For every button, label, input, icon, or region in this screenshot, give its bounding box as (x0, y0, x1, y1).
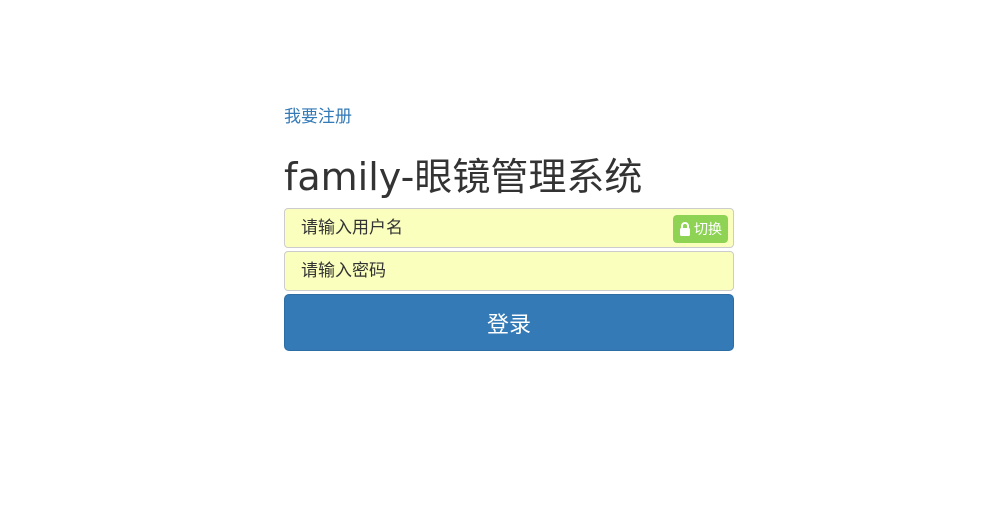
password-field-wrapper (284, 251, 734, 291)
lock-icon (680, 222, 690, 236)
switch-label: 切换 (694, 222, 722, 238)
username-field-wrapper: 切换 (284, 208, 734, 248)
login-button[interactable]: 登录 (284, 294, 734, 351)
register-link[interactable]: 我要注册 (284, 106, 352, 128)
page-title: family-眼镜管理系统 (284, 155, 643, 199)
username-input[interactable] (285, 209, 733, 247)
switch-button[interactable]: 切换 (673, 215, 728, 243)
password-input[interactable] (285, 252, 733, 290)
